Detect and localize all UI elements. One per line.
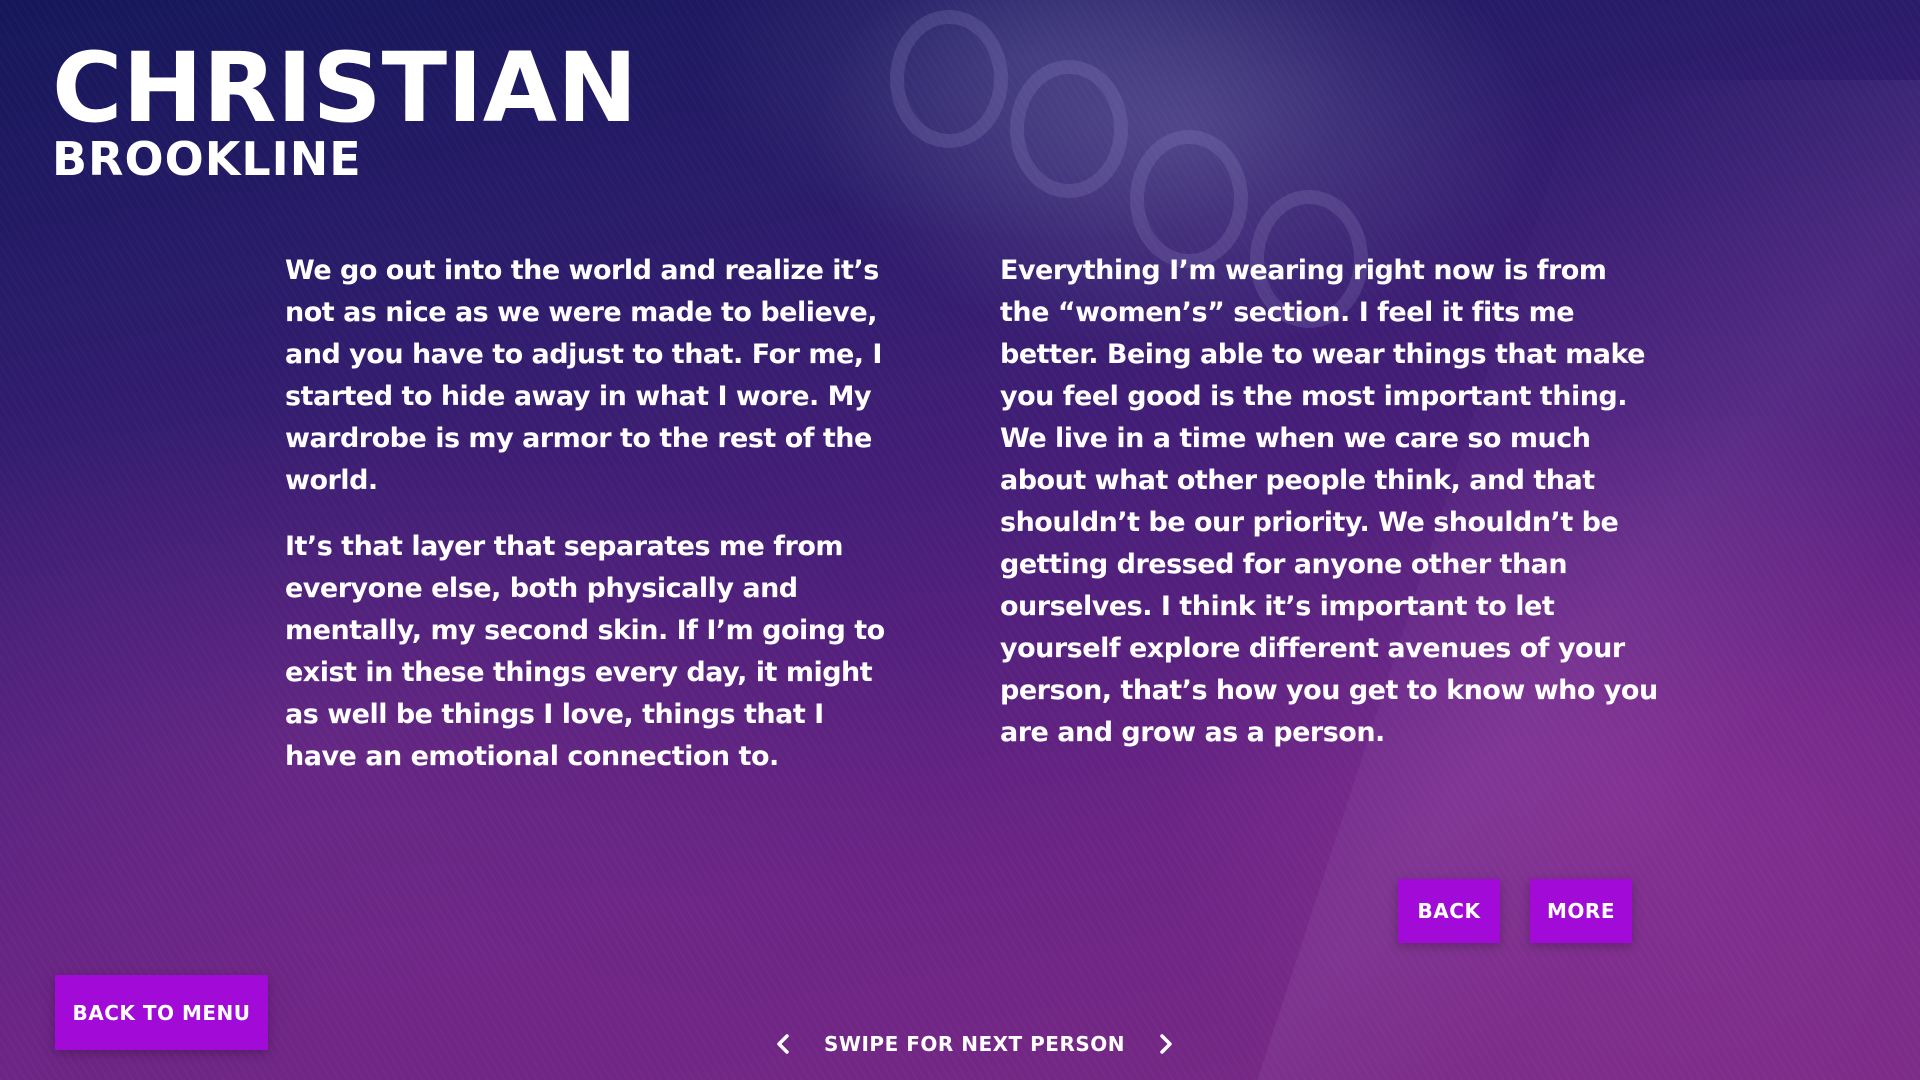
story-paragraph: It’s that layer that separates me from e…: [285, 531, 885, 772]
background-ring: [1130, 130, 1248, 268]
back-to-menu-button[interactable]: BACK TO MENU: [55, 975, 268, 1050]
story-paragraph: We go out into the world and realize it’…: [285, 255, 882, 496]
swipe-navigation: SWIPE FOR NEXT PERSON: [770, 1026, 1179, 1062]
chevron-right-icon[interactable]: [1153, 1031, 1179, 1057]
background-ring: [890, 10, 1008, 148]
story-column-left: We go out into the world and realize it’…: [285, 250, 895, 802]
story-column-right: Everything I’m wearing right now is from…: [1000, 250, 1660, 778]
story-paragraph: Everything I’m wearing right now is from…: [1000, 255, 1658, 748]
chevron-left-icon[interactable]: [770, 1031, 796, 1057]
first-name: CHRISTIAN: [52, 32, 638, 144]
swipe-label: SWIPE FOR NEXT PERSON: [824, 1032, 1126, 1056]
more-button[interactable]: MORE: [1530, 879, 1632, 943]
back-button[interactable]: BACK: [1398, 879, 1500, 943]
background-ring: [1010, 60, 1128, 198]
person-name: CHRISTIAN BROOKLINE: [52, 40, 637, 182]
